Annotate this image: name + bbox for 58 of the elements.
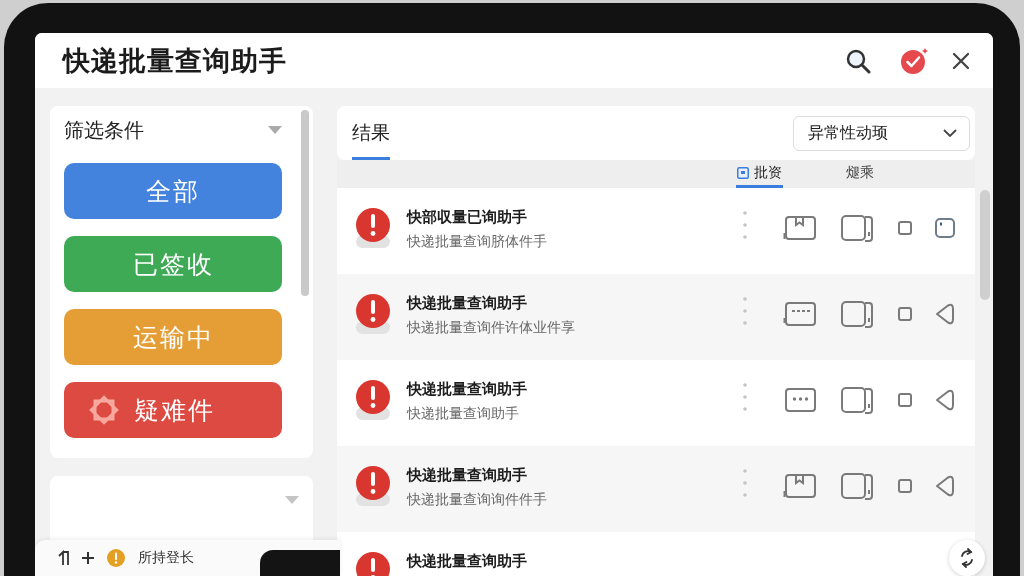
check-badge-icon bbox=[900, 46, 928, 75]
warning-icon bbox=[107, 549, 125, 567]
close-button[interactable] bbox=[952, 51, 970, 70]
alert-icon bbox=[353, 464, 393, 508]
tablet-icon[interactable] bbox=[840, 471, 875, 501]
tag-icon[interactable] bbox=[935, 389, 955, 411]
scrollbar-thumb[interactable] bbox=[980, 190, 990, 300]
filter-dropdown[interactable]: 异常性动顼 bbox=[793, 115, 970, 151]
result-row[interactable]: 快部収量已询助手 快递批量查询脐体件手 bbox=[337, 188, 975, 274]
close-icon bbox=[952, 51, 970, 70]
status-text: 所持登长 bbox=[138, 549, 194, 567]
package-icon[interactable] bbox=[783, 472, 817, 500]
row-title: 快递批量查询助手 bbox=[407, 380, 528, 399]
square-icon[interactable] bbox=[897, 221, 912, 235]
caret-down-icon[interactable] bbox=[268, 126, 282, 134]
dashed-card-icon[interactable] bbox=[783, 300, 817, 328]
tablet-icon[interactable] bbox=[840, 385, 875, 415]
row-title: 快递批量查询助手 bbox=[407, 294, 528, 313]
result-row[interactable]: 快递批量查询助手 快递批量查询助手 bbox=[337, 360, 975, 446]
row-title: 快递批量查询助手 bbox=[407, 552, 528, 571]
dots-card-icon[interactable] bbox=[783, 386, 817, 414]
package-icon[interactable] bbox=[783, 214, 817, 242]
result-row[interactable]: 快递批量查询助手 快递批量查询件许体业件享 bbox=[337, 274, 975, 360]
tag-icon[interactable] bbox=[935, 475, 955, 497]
row-subtitle: 快递批量查询件许体业件享 bbox=[407, 319, 576, 337]
row-subtitle: 快递批量查询助手 bbox=[407, 405, 520, 423]
scrollbar-thumb[interactable] bbox=[301, 110, 309, 296]
refresh-button[interactable] bbox=[949, 540, 985, 576]
window-title: 快递批量查询助手 bbox=[63, 43, 287, 78]
filter-button[interactable]: 疑难件 bbox=[64, 382, 282, 438]
result-row[interactable]: 快递批量查询助手 bbox=[337, 532, 975, 576]
result-row[interactable]: 快递批量查询助手 快递批量查询询件件手 bbox=[337, 446, 975, 532]
plus-icon[interactable] bbox=[82, 552, 94, 564]
sub-tab[interactable]: 煺乘 bbox=[845, 160, 875, 188]
square-icon bbox=[737, 166, 749, 179]
row-title: 快递批量查询助手 bbox=[407, 466, 528, 485]
alert-icon bbox=[353, 206, 393, 250]
filter-button[interactable]: 全部 bbox=[64, 163, 282, 219]
alert-icon bbox=[353, 292, 393, 336]
refresh-icon bbox=[959, 547, 975, 569]
burst-icon bbox=[88, 394, 120, 426]
check-button[interactable] bbox=[900, 46, 928, 75]
row-subtitle: 快递批量查询脐体件手 bbox=[407, 233, 548, 251]
search-icon bbox=[845, 47, 871, 74]
alert-icon bbox=[353, 378, 393, 422]
square-icon[interactable] bbox=[897, 479, 912, 493]
hook-icon[interactable] bbox=[58, 550, 70, 566]
chevron-down-icon bbox=[943, 129, 957, 137]
tag-icon[interactable] bbox=[935, 303, 955, 325]
tablet-icon[interactable] bbox=[840, 299, 875, 329]
dot-square-icon[interactable] bbox=[935, 218, 955, 238]
row-subtitle: 快递批量查询询件件手 bbox=[407, 491, 548, 509]
square-icon[interactable] bbox=[897, 393, 912, 407]
row-title: 快部収量已询助手 bbox=[407, 208, 528, 227]
search-button[interactable] bbox=[845, 47, 871, 74]
filter-title: 筛选条件 bbox=[64, 116, 144, 144]
square-icon[interactable] bbox=[897, 307, 912, 321]
tablet-icon[interactable] bbox=[840, 213, 875, 243]
